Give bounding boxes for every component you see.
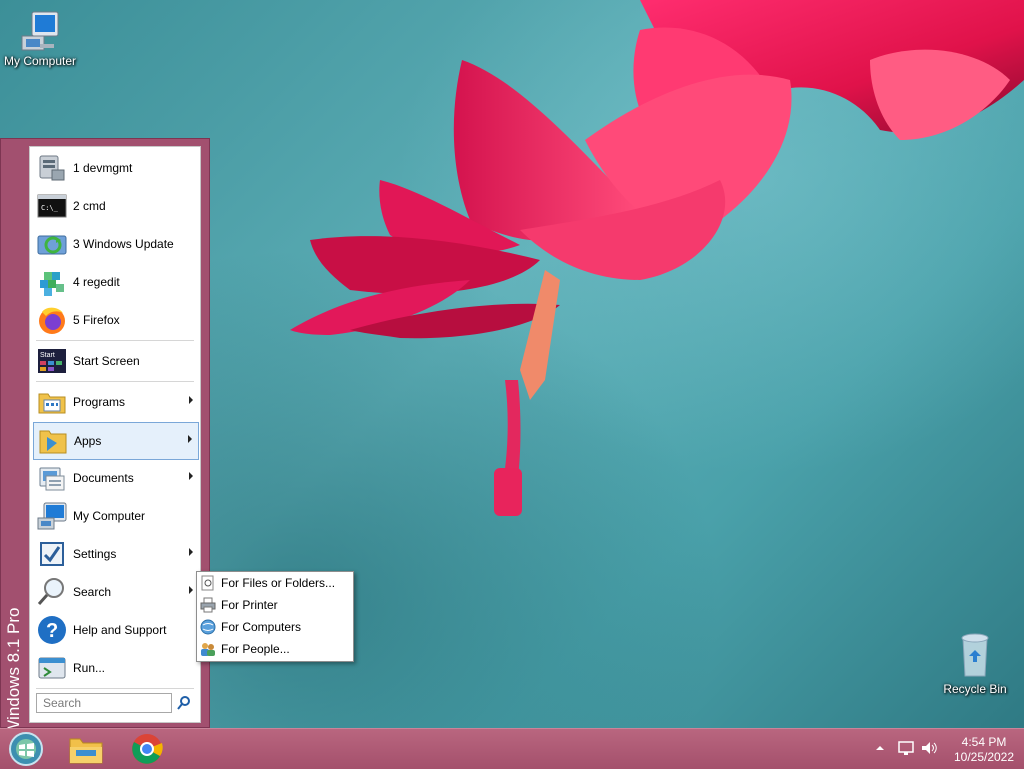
people-icon — [201, 643, 215, 656]
menu-item-my-computer[interactable]: My Computer — [33, 498, 199, 534]
recent-item-cmd[interactable]: C:\_ 2 cmd — [33, 188, 199, 224]
chrome-icon[interactable] — [127, 731, 167, 767]
search-icon — [37, 578, 64, 605]
submenu-arrow-icon — [189, 548, 193, 556]
show-hidden-icons-icon[interactable] — [874, 739, 886, 757]
submenu-item-printer[interactable]: For Printer — [200, 595, 350, 615]
search-submenu: For Files or Folders... For Printer For … — [196, 571, 354, 662]
recent-item-label: 3 Windows Update — [73, 237, 174, 251]
submenu-arrow-icon — [189, 396, 193, 404]
help-icon: ? — [38, 616, 66, 644]
menu-item-label: Programs — [73, 395, 126, 409]
menu-item-label: Help and Support — [73, 623, 167, 637]
menu-item-label: My Computer — [73, 509, 146, 523]
network-icon[interactable] — [897, 739, 915, 757]
printer-icon — [200, 597, 216, 613]
submenu-item-label: For Files or Folders... — [221, 576, 336, 590]
programs-folder-icon — [38, 393, 66, 414]
apps-folder-icon — [39, 430, 67, 454]
registry-editor-icon — [40, 272, 64, 296]
recent-item-label: 4 regedit — [73, 275, 120, 289]
search-button-icon[interactable] — [176, 695, 192, 711]
recent-item-regedit[interactable]: 4 regedit — [33, 264, 199, 300]
menu-item-search[interactable]: Search — [33, 574, 199, 610]
menu-separator — [36, 381, 194, 382]
start-screen-icon: Start — [38, 349, 66, 373]
submenu-arrow-icon — [189, 586, 193, 594]
find-files-icon — [201, 575, 214, 591]
recycle-bin-icon — [961, 633, 989, 677]
menu-separator — [36, 688, 194, 689]
menu-item-settings[interactable]: Settings — [33, 536, 199, 572]
clock-time: 4:54 PM — [961, 735, 1007, 749]
command-prompt-icon: C:\_ — [37, 194, 67, 218]
recent-item-firefox[interactable]: 5 Firefox — [33, 302, 199, 338]
submenu-arrow-icon — [189, 472, 193, 480]
recent-item-label: 2 cmd — [73, 199, 106, 213]
clock-date: 10/25/2022 — [953, 750, 1015, 764]
recent-item-devmgmt[interactable]: 1 devmgmt — [33, 150, 199, 186]
submenu-item-people[interactable]: For People... — [200, 639, 350, 659]
submenu-item-label: For Printer — [221, 598, 278, 612]
firefox-icon — [39, 307, 65, 334]
computer-icon — [21, 11, 59, 51]
start-menu-brand-strip: Windows 8.1 Pro — [1, 139, 28, 729]
menu-item-apps[interactable]: Apps — [33, 422, 199, 460]
start-orb-icon[interactable] — [6, 731, 46, 767]
menu-item-documents[interactable]: Documents — [33, 460, 199, 496]
submenu-item-files-folders[interactable]: For Files or Folders... — [200, 573, 350, 593]
svg-text:C:\_: C:\_ — [41, 204, 59, 212]
windows-update-icon — [37, 235, 67, 255]
run-icon — [38, 657, 66, 679]
start-menu-panel: 1 devmgmt C:\_ 2 cmd 3 Windows Update 4 … — [29, 146, 201, 723]
menu-separator — [36, 340, 194, 341]
submenu-item-label: For Computers — [221, 620, 302, 634]
start-menu: Windows 8.1 Pro 1 devmgmt C:\_ 2 cmd 3 W… — [0, 138, 210, 728]
recent-item-label: 1 devmgmt — [73, 161, 133, 175]
taskbar: 4:54 PM 10/25/2022 — [0, 728, 1024, 769]
start-search-input[interactable]: Search — [36, 693, 172, 713]
menu-item-label: Search — [73, 585, 112, 599]
svg-text:?: ? — [46, 620, 58, 642]
desktop-icon-my-computer[interactable]: My Computer — [0, 10, 80, 68]
menu-item-label: Documents — [73, 471, 134, 485]
submenu-item-label: For People... — [221, 642, 290, 656]
menu-item-programs[interactable]: Programs — [33, 384, 199, 420]
file-explorer-icon[interactable] — [66, 731, 106, 767]
desktop-icon-label: My Computer — [3, 54, 77, 68]
documents-icon — [39, 467, 65, 491]
network-computers-icon — [200, 619, 216, 635]
submenu-item-computers[interactable]: For Computers — [200, 617, 350, 637]
menu-item-label: Settings — [73, 547, 117, 561]
volume-icon[interactable] — [920, 739, 938, 757]
desktop-icon-recycle-bin[interactable]: Recycle Bin — [935, 630, 1015, 696]
svg-text:Start: Start — [40, 352, 55, 359]
start-screen-item[interactable]: Start Start Screen — [33, 343, 199, 379]
submenu-arrow-icon — [188, 435, 192, 443]
menu-item-label: Run... — [73, 661, 106, 675]
menu-item-help[interactable]: ? Help and Support — [33, 612, 199, 648]
settings-icon — [40, 542, 64, 566]
desktop-icon-label: Recycle Bin — [943, 682, 1007, 696]
computer-icon — [37, 502, 67, 530]
menu-item-label: Apps — [74, 434, 102, 448]
start-menu-brand: Windows 8.1 Pro — [4, 607, 23, 729]
device-manager-icon — [39, 155, 65, 181]
recent-item-windows-update[interactable]: 3 Windows Update — [33, 226, 199, 262]
system-clock[interactable]: 4:54 PM 10/25/2022 — [948, 735, 1020, 765]
start-screen-label: Start Screen — [73, 354, 140, 368]
desktop: My Computer Recycle Bin Windows 8.1 Pro … — [0, 0, 1024, 728]
menu-item-run[interactable]: Run... — [33, 650, 199, 686]
recent-item-label: 5 Firefox — [73, 313, 120, 327]
